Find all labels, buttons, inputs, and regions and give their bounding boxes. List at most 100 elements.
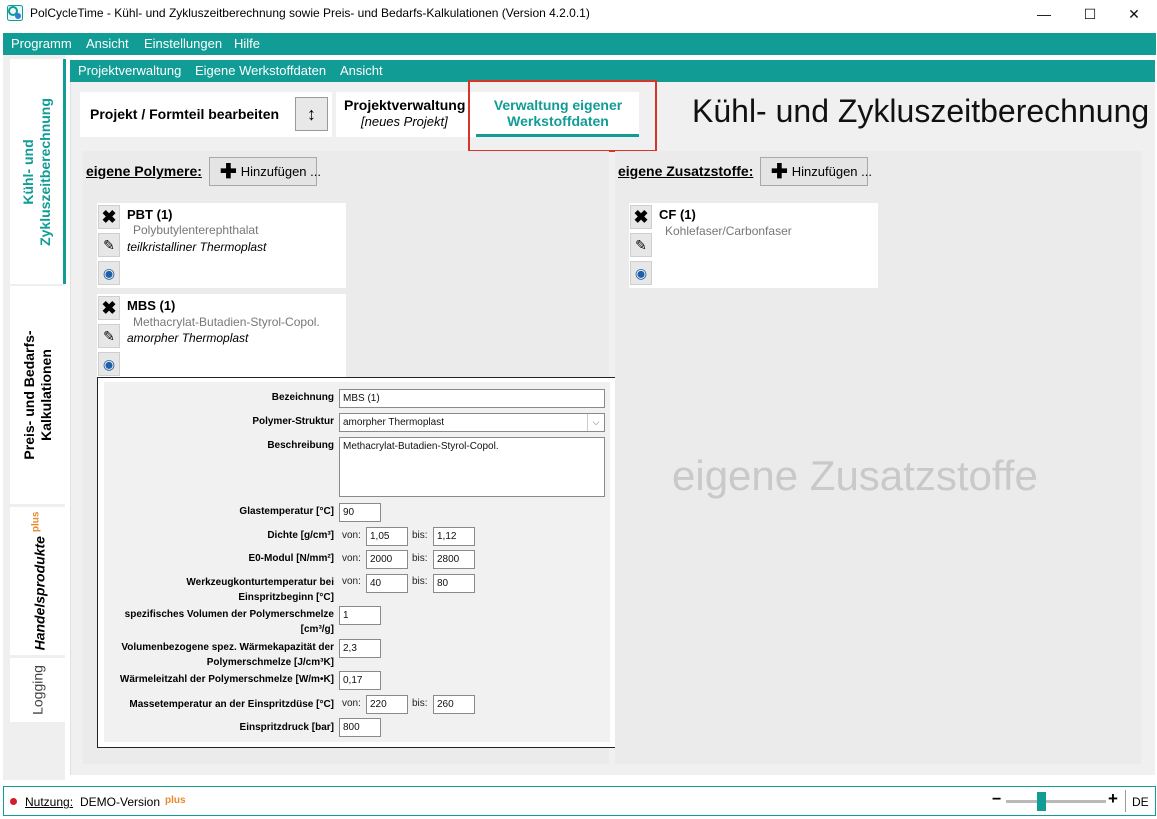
polymer-type: amorpher Thermoplast — [127, 331, 249, 345]
additives-heading: eigene Zusatzstoffe: — [618, 163, 754, 179]
delete-icon[interactable]: ✖ — [98, 205, 120, 229]
polymer-type: teilkristalliner Thermoplast — [127, 240, 267, 254]
submenu-projektverwaltung[interactable]: Projektverwaltung — [78, 63, 181, 78]
zoom-slider[interactable] — [1006, 800, 1106, 803]
delete-icon[interactable]: ✖ — [630, 205, 652, 229]
menu-ansicht[interactable]: Ansicht — [86, 36, 129, 51]
plus-icon: ✚ — [220, 160, 237, 183]
von-label: von: — [342, 530, 361, 541]
bis-label: bis: — [412, 553, 428, 564]
delete-icon[interactable]: ✖ — [98, 296, 120, 320]
druck-field[interactable]: 800 — [339, 718, 381, 737]
von-label: von: — [342, 576, 361, 587]
struktur-label: Polymer-Struktur — [252, 416, 334, 427]
von-label: von: — [342, 553, 361, 564]
maximize-button[interactable]: ☐ — [1067, 0, 1113, 28]
minimize-button[interactable]: — — [1021, 0, 1067, 28]
close-button[interactable]: ✕ — [1111, 0, 1157, 28]
dichte-von-field[interactable]: 1,05 — [366, 527, 408, 546]
glas-label: Glastemperatur [°C] — [239, 506, 334, 517]
tab-preis-line2: Kalkulationen — [38, 349, 54, 441]
status-divider — [1125, 790, 1126, 812]
menu-hilfe[interactable]: Hilfe — [234, 36, 260, 51]
add-additive-button[interactable]: ✚ Hinzufügen ... — [760, 157, 872, 186]
e0-von-field[interactable]: 2000 — [366, 550, 408, 569]
polymer-name: PBT (1) — [127, 207, 173, 222]
usage-label[interactable]: Nutzung: — [25, 795, 73, 809]
edit-pencil-icon[interactable]: ✎ — [98, 233, 120, 257]
zoom-out-button[interactable]: − — [992, 791, 1001, 809]
edit-pencil-icon[interactable]: ✎ — [630, 233, 652, 257]
app-icon — [7, 5, 23, 21]
massetemp-label: Massetemperatur an der Einspritzdüse [°C… — [129, 699, 334, 710]
highlight-frame — [468, 80, 657, 152]
add-additive-label: Hinzufügen ... — [791, 164, 872, 179]
dichte-bis-field[interactable]: 1,12 — [433, 527, 475, 546]
massetemp-bis-field[interactable]: 260 — [433, 695, 475, 714]
struktur-value: amorpher Thermoplast — [343, 417, 444, 428]
wkt-von-field[interactable]: 40 — [366, 574, 408, 593]
polymers-heading: eigene Polymere: — [86, 163, 202, 179]
edit-project-label: Projekt / Formteil bearbeiten — [90, 106, 280, 122]
waermekap-label-line2: Polymerschmelze [J/cm³K] — [206, 657, 334, 668]
tab-handelsprodukte[interactable]: Handelsprodukte plus — [10, 507, 66, 655]
beschreibung-field[interactable]: Methacrylat-Butadien-Styrol-Copol. — [339, 437, 605, 497]
language-indicator[interactable]: DE — [1132, 795, 1149, 809]
menu-einstellungen[interactable]: Einstellungen — [144, 36, 222, 51]
massetemp-von-field[interactable]: 220 — [366, 695, 408, 714]
e0-label: E0-Modul [N/mm²] — [248, 553, 334, 564]
spezvol-label-line2: [cm³/g] — [300, 624, 334, 635]
waermekap-field[interactable]: 2,3 — [339, 639, 381, 658]
polymer-description: Methacrylat-Butadien-Styrol-Copol. — [133, 315, 320, 329]
waermeleit-label: Wärmeleitzahl der Polymerschmelze [W/m•K… — [119, 674, 334, 685]
tab-logging[interactable]: Logging — [10, 658, 66, 722]
add-polymer-button[interactable]: ✚ Hinzufügen ... — [209, 157, 321, 186]
tab-handelsprodukte-text: Handelsprodukte — [31, 536, 48, 651]
submenu-ansicht[interactable]: Ansicht — [340, 63, 383, 78]
glas-field[interactable]: 90 — [339, 503, 381, 522]
up-down-arrow-icon: ↕ — [307, 103, 316, 124]
struktur-select[interactable]: amorpher Thermoplast ⌵ — [339, 413, 605, 432]
left-tab-bar: Kühl- und Zykluszeitberechnung Preis- un… — [3, 55, 66, 780]
polymer-description: Polybutylenterephthalat — [133, 223, 259, 237]
bis-label: bis: — [412, 698, 428, 709]
von-label: von: — [342, 698, 361, 709]
zoom-in-button[interactable]: + — [1108, 789, 1118, 809]
spezvol-field[interactable]: 1 — [339, 606, 381, 625]
edit-pencil-icon[interactable]: ✎ — [98, 324, 120, 348]
wkt-bis-field[interactable]: 80 — [433, 574, 475, 593]
chevron-down-icon[interactable]: ⌵ — [587, 414, 604, 431]
e0-bis-field[interactable]: 2800 — [433, 550, 475, 569]
window-title: PolCycleTime - Kühl- und Zykluszeitberec… — [30, 6, 590, 20]
tab-preis[interactable]: Preis- und Bedarfs- Kalkulationen — [10, 286, 66, 504]
spezvol-label: spezifisches Volumen der Polymerschmelze… — [125, 607, 334, 637]
plus-badge: plus — [165, 795, 186, 806]
usage-value: DEMO-Version — [80, 795, 161, 809]
bezeichnung-label: Bezeichnung — [271, 392, 334, 403]
view-eye-icon[interactable]: ◉ — [98, 352, 120, 376]
tab-kuehlzeit[interactable]: Kühl- und Zykluszeitberechnung — [10, 59, 66, 284]
waermekap-label: Volumenbezogene spez. Wärmekapazität der… — [121, 640, 334, 670]
waermekap-label-line1: Volumenbezogene spez. Wärmekapazität der — [121, 642, 334, 653]
view-eye-icon[interactable]: ◉ — [98, 261, 120, 285]
toggle-view-button[interactable]: ↕ — [295, 97, 328, 131]
tab-kuehlzeit-label: Kühl- und Zykluszeitberechnung — [20, 98, 54, 246]
tab-handelsprodukte-label: Handelsprodukte plus — [28, 512, 49, 651]
zoom-slider-thumb[interactable] — [1036, 792, 1046, 811]
tab-preis-label: Preis- und Bedarfs- Kalkulationen — [21, 330, 55, 459]
status-indicator-icon — [10, 798, 17, 805]
polymer-name: MBS (1) — [127, 298, 176, 313]
add-polymer-label: Hinzufügen ... — [240, 164, 321, 179]
bezeichnung-field[interactable]: MBS (1) — [339, 389, 605, 408]
menu-programm[interactable]: Programm — [11, 36, 72, 51]
waermeleit-field[interactable]: 0,17 — [339, 671, 381, 690]
sub-menu-bar: Projektverwaltung Eigene Werkstoffdaten … — [70, 60, 1155, 82]
title-bar: PolCycleTime - Kühl- und Zykluszeitberec… — [0, 0, 1157, 28]
tab-preis-line1: Preis- und Bedarfs- — [21, 330, 37, 460]
dichte-label: Dichte [g/cm³] — [267, 530, 334, 541]
tab-projektverwaltung[interactable]: Projektverwaltung — [344, 97, 465, 113]
view-eye-icon[interactable]: ◉ — [630, 261, 652, 285]
plus-badge: plus — [30, 511, 42, 533]
menu-bar: Programm Ansicht Einstellungen Hilfe — [3, 33, 1156, 55]
submenu-werkstoffdaten[interactable]: Eigene Werkstoffdaten — [195, 63, 326, 78]
